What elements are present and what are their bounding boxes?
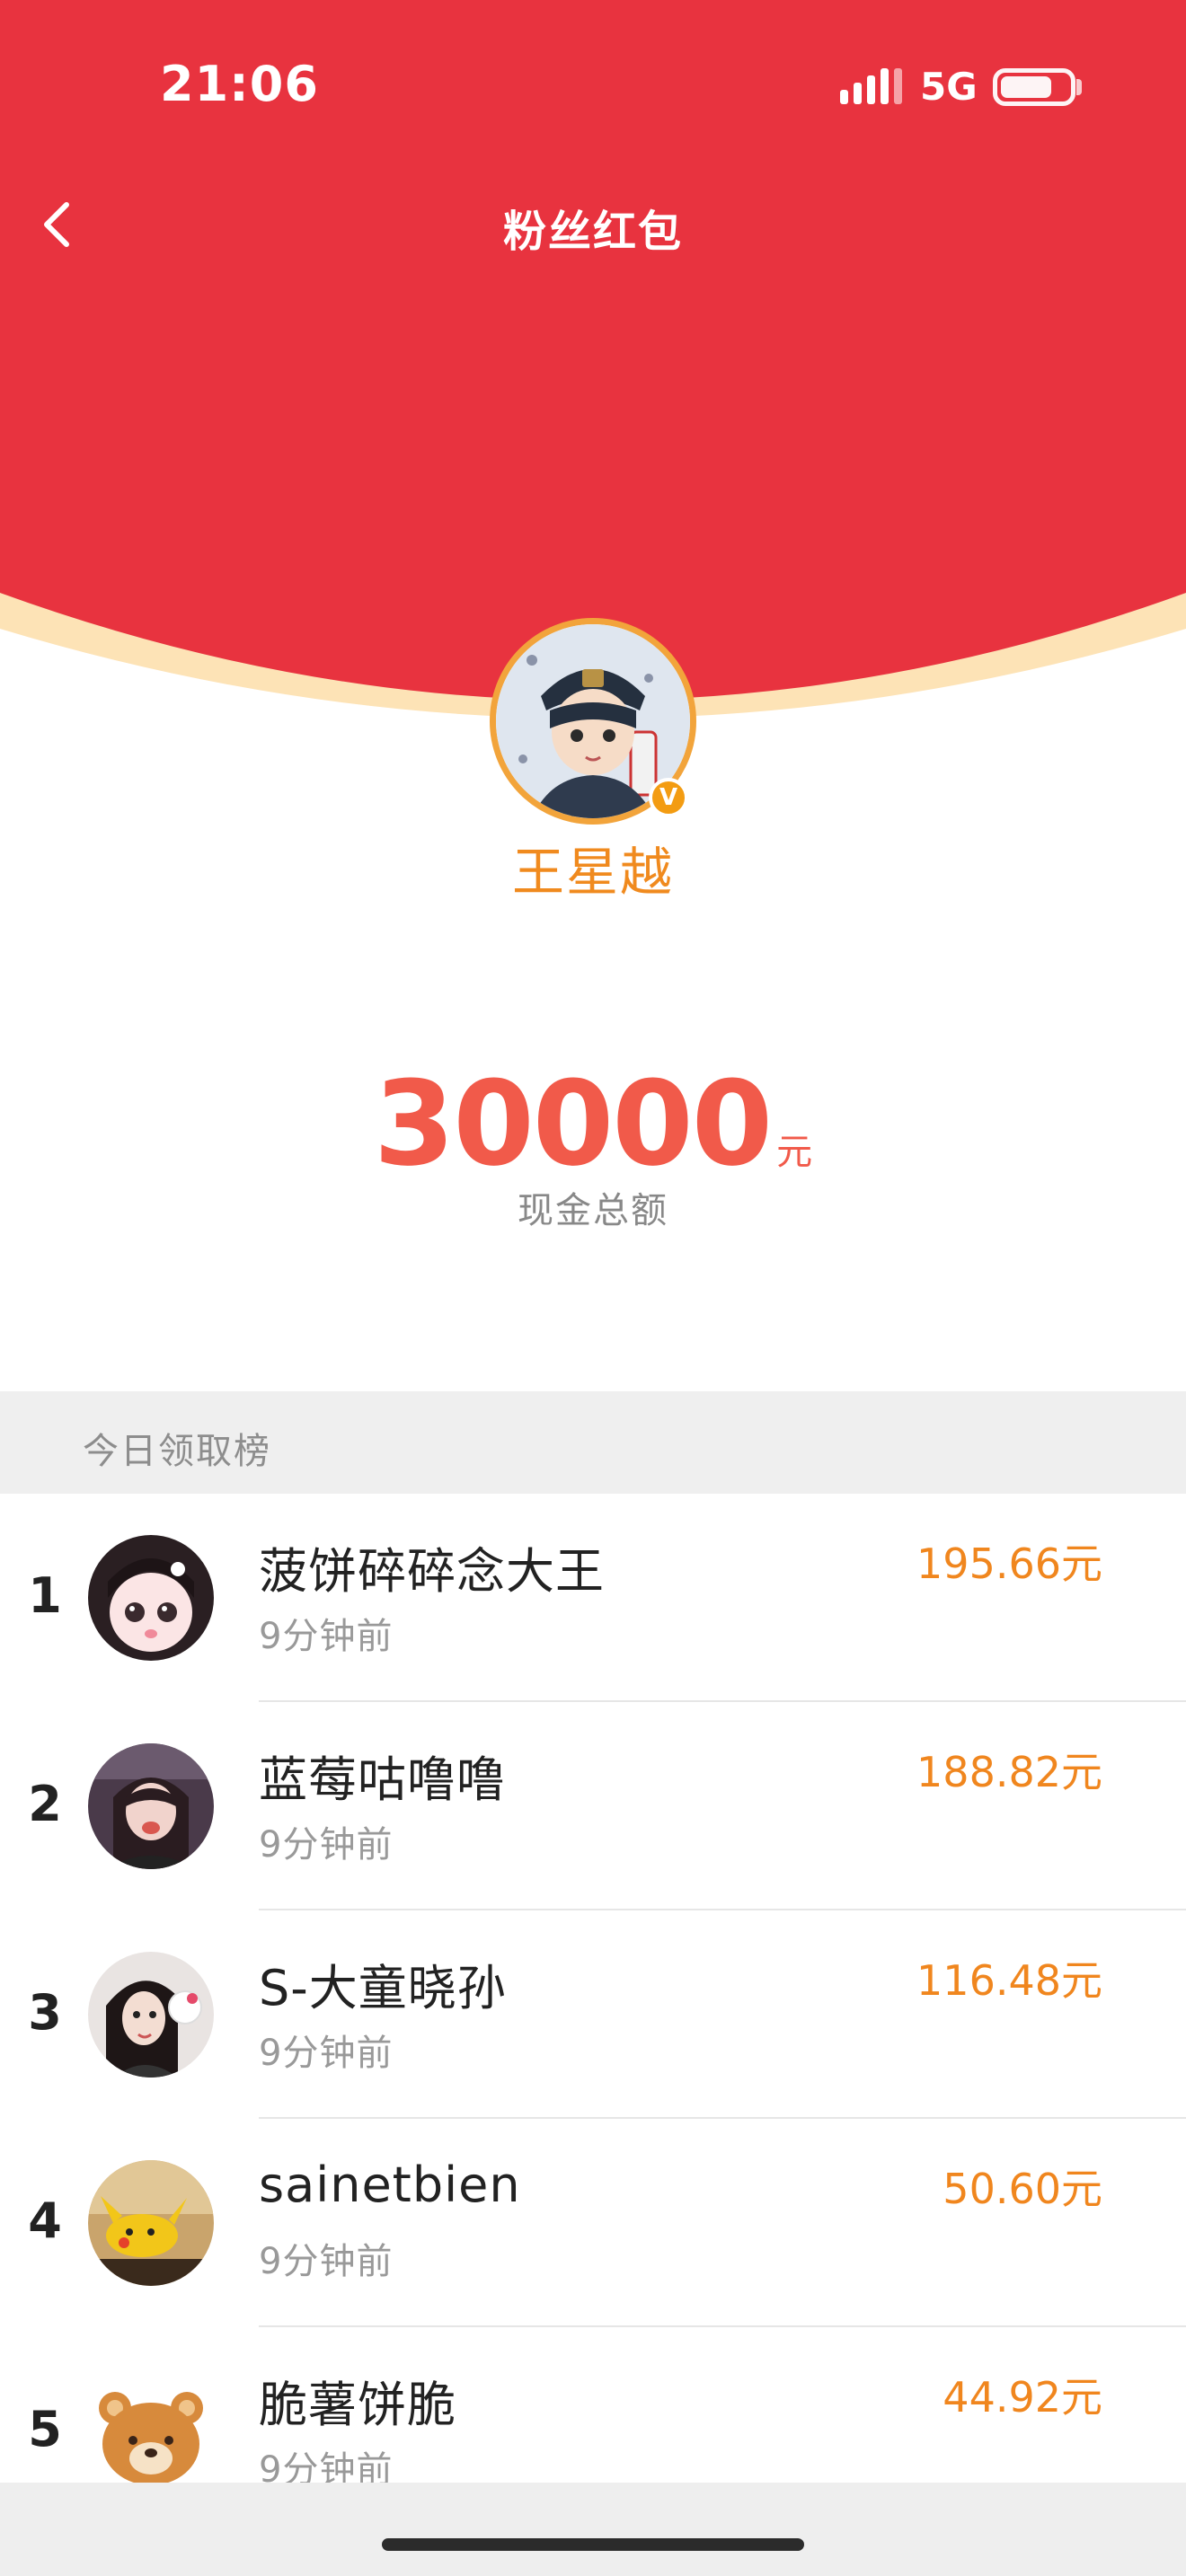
network-type: 5G <box>920 65 978 109</box>
leaderboard-list: 1 菠饼碎碎念大王 9分钟前 195.66元 2 蓝莓咕噜噜 9分钟前 188.… <box>0 1494 1186 2536</box>
signal-icon <box>840 68 902 104</box>
bottom-bar <box>0 2483 1186 2576</box>
host-name[interactable]: 王星越 <box>0 830 1186 905</box>
amount-label: 现金总额 <box>518 1190 668 1231</box>
claim-amount: 44.92元 <box>943 2373 1102 2422</box>
claim-amount: 116.48元 <box>916 1956 1102 2005</box>
list-item[interactable]: 1 菠饼碎碎念大王 9分钟前 195.66元 <box>0 1494 1186 1702</box>
fan-red-packet-page: 21:06 5G 粉丝红包 V 王星越 30000 元 现金总额 今日领取榜 1… <box>0 0 1186 2576</box>
claim-amount: 50.60元 <box>943 2165 1102 2213</box>
rank-number: 5 <box>28 2401 62 2457</box>
avatar[interactable] <box>88 2160 214 2286</box>
user-name: S-大童晓孙 <box>259 1960 507 2016</box>
claim-amount: 188.82元 <box>916 1748 1102 1796</box>
battery-tip <box>1076 79 1082 95</box>
user-name: 蓝莓咕噜噜 <box>259 1751 506 1808</box>
avatar[interactable] <box>88 1743 214 1869</box>
claim-time: 9分钟前 <box>259 1616 394 1657</box>
section-title: 今日领取榜 <box>83 1431 271 1472</box>
rank-number: 1 <box>28 1567 62 1624</box>
verified-badge: V <box>649 778 688 817</box>
avatar[interactable] <box>88 2369 214 2494</box>
rank-number: 2 <box>28 1776 62 1832</box>
user-name: sainetbien <box>259 2157 521 2213</box>
list-item[interactable]: 3 S-大童晓孙 9分钟前 116.48元 <box>0 1910 1186 2119</box>
list-item[interactable]: 2 蓝莓咕噜噜 9分钟前 188.82元 <box>0 1702 1186 1910</box>
avatar[interactable] <box>88 1952 214 2078</box>
claim-amount: 195.66元 <box>916 1539 1102 1588</box>
claim-time: 9分钟前 <box>259 2241 394 2282</box>
list-item[interactable]: 4 sainetbien 9分钟前 50.60元 <box>0 2119 1186 2327</box>
page-title: 粉丝红包 <box>502 207 683 257</box>
rank-number: 4 <box>28 2192 62 2249</box>
status-bar: 21:06 5G <box>0 0 1186 171</box>
battery-icon <box>993 68 1075 106</box>
section-header: 今日领取榜 <box>0 1391 1186 1494</box>
rank-number: 3 <box>28 1984 62 2041</box>
user-name: 脆薯饼脆 <box>259 2377 456 2433</box>
claim-time: 9分钟前 <box>259 1824 394 1866</box>
amount-unit: 元 <box>776 1132 813 1173</box>
amount-value: 30000 <box>373 1055 773 1192</box>
total-amount: 30000 元 <box>0 1055 1186 1192</box>
claim-time: 9分钟前 <box>259 2033 394 2074</box>
avatar[interactable] <box>88 1535 214 1661</box>
home-indicator[interactable] <box>382 2538 804 2551</box>
status-time: 21:06 <box>160 56 319 112</box>
user-name: 菠饼碎碎念大王 <box>259 1543 605 1600</box>
